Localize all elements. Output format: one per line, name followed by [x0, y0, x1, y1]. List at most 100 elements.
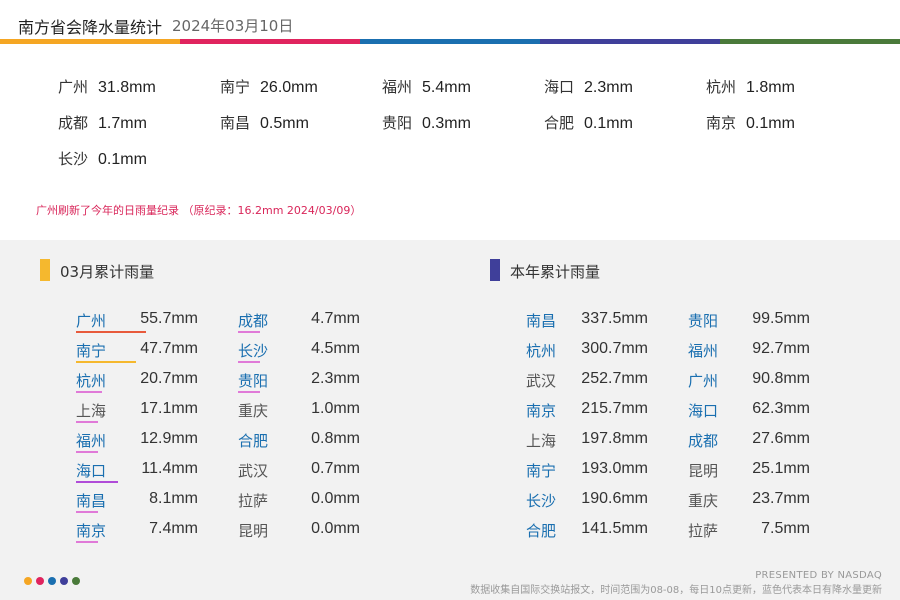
rank-row: 南昌 337.5mm	[526, 310, 648, 334]
daily-item: 福州 5.4mm	[382, 76, 471, 97]
city-name: 武汉	[526, 372, 557, 390]
city-name: 南昌	[526, 312, 557, 330]
daily-item: 海口 2.3mm	[544, 76, 633, 97]
city-name: 贵阳	[382, 114, 413, 132]
rainfall-value: 215.7mm	[581, 400, 648, 417]
rainfall-value: 0.3mm	[422, 115, 471, 132]
city-name: 福州	[382, 78, 413, 96]
rainfall-value: 27.6mm	[752, 430, 810, 447]
daily-item: 南京 0.1mm	[706, 112, 795, 133]
city-name: 广州	[688, 372, 719, 390]
city-name: 贵阳	[688, 312, 719, 330]
daily-item: 广州 31.8mm	[58, 76, 156, 97]
rain-share-bar	[76, 331, 146, 333]
city-name: 广州	[58, 78, 89, 96]
rainfall-value: 0.1mm	[584, 115, 633, 132]
rank-row: 海口 11.4mm	[76, 460, 198, 484]
city-name: 海口	[688, 402, 719, 420]
brand-dot-icon	[24, 577, 32, 585]
monthly-marker-icon	[40, 259, 50, 281]
rank-row: 杭州 20.7mm	[76, 370, 198, 394]
rain-share-bar	[76, 511, 98, 513]
rainfall-value: 0.0mm	[311, 490, 360, 507]
rainfall-value: 5.4mm	[422, 79, 471, 96]
rainfall-value: 25.1mm	[752, 460, 810, 477]
rank-row: 昆明 25.1mm	[688, 460, 810, 484]
page-title: 南方省会降水量统计	[18, 18, 163, 37]
rank-row: 福州 12.9mm	[76, 430, 198, 454]
city-name: 上海	[76, 402, 107, 420]
city-name: 重庆	[238, 402, 269, 420]
rain-share-bar	[238, 361, 260, 363]
rain-share-bar	[238, 391, 260, 393]
city-name: 上海	[526, 432, 557, 450]
city-name: 武汉	[238, 462, 269, 480]
brand-dot-icon	[72, 577, 80, 585]
rainfall-value: 190.6mm	[581, 490, 648, 507]
rain-share-bar	[76, 541, 98, 543]
daily-item: 长沙 0.1mm	[58, 148, 147, 169]
presented-by: PRESENTED BY NASDAQ	[755, 570, 882, 581]
rank-row: 南京 215.7mm	[526, 400, 648, 424]
city-name: 合肥	[526, 522, 557, 540]
rank-row: 贵阳 2.3mm	[238, 370, 360, 394]
rainfall-value: 2.3mm	[311, 370, 360, 387]
daily-item: 成都 1.7mm	[58, 112, 147, 133]
rainfall-value: 55.7mm	[140, 310, 198, 327]
rainfall-value: 17.1mm	[140, 400, 198, 417]
city-name: 成都	[688, 432, 719, 450]
rainfall-value: 300.7mm	[581, 340, 648, 357]
header: 南方省会降水量统计 2024年03月10日	[0, 0, 900, 44]
rank-row: 昆明 0.0mm	[238, 520, 360, 544]
rank-row: 武汉 252.7mm	[526, 370, 648, 394]
rain-share-bar	[76, 421, 98, 423]
rainfall-value: 0.5mm	[260, 115, 309, 132]
rainfall-value: 4.5mm	[311, 340, 360, 357]
rank-row: 海口 62.3mm	[688, 400, 810, 424]
rain-share-bar	[76, 361, 136, 363]
report-date: 2024年03月10日	[172, 17, 294, 35]
yearly-section-title: 本年累计雨量	[510, 263, 601, 281]
rainfall-value: 4.7mm	[311, 310, 360, 327]
rain-share-bar	[76, 391, 102, 393]
rainfall-value: 0.7mm	[311, 460, 360, 477]
city-name: 合肥	[544, 114, 575, 132]
city-name: 昆明	[238, 522, 269, 540]
rank-row: 成都 27.6mm	[688, 430, 810, 454]
rainfall-value: 12.9mm	[140, 430, 198, 447]
rainfall-value: 23.7mm	[752, 490, 810, 507]
record-note: 广州刷新了今年的日雨量纪录 （原纪录：16.2mm 2024/03/09）	[36, 204, 362, 217]
city-name: 贵阳	[238, 372, 269, 390]
rainfall-value: 31.8mm	[98, 79, 156, 96]
rainfall-value: 1.0mm	[311, 400, 360, 417]
rainfall-value: 252.7mm	[581, 370, 648, 387]
rainfall-value: 0.8mm	[311, 430, 360, 447]
brand-dot-icon	[60, 577, 68, 585]
rank-row: 杭州 300.7mm	[526, 340, 648, 364]
daily-item: 贵阳 0.3mm	[382, 112, 471, 133]
city-name: 合肥	[238, 432, 269, 450]
rank-row: 合肥 141.5mm	[526, 520, 648, 544]
rainfall-value: 0.0mm	[311, 520, 360, 537]
city-name: 杭州	[706, 78, 737, 96]
city-name: 海口	[544, 78, 575, 96]
city-name: 长沙	[58, 150, 89, 168]
rank-row: 上海 197.8mm	[526, 430, 648, 454]
city-name: 长沙	[238, 342, 269, 360]
city-name: 南宁	[220, 78, 251, 96]
city-name: 拉萨	[238, 492, 269, 510]
rank-row: 武汉 0.7mm	[238, 460, 360, 484]
rainfall-value: 11.4mm	[141, 460, 198, 477]
city-name: 南京	[526, 402, 557, 420]
city-name: 拉萨	[688, 522, 719, 540]
rank-row: 上海 17.1mm	[76, 400, 198, 424]
rainfall-value: 1.8mm	[746, 79, 795, 96]
daily-item: 南宁 26.0mm	[220, 76, 318, 97]
daily-item: 合肥 0.1mm	[544, 112, 633, 133]
rank-row: 长沙 190.6mm	[526, 490, 648, 514]
city-name: 昆明	[688, 462, 719, 480]
daily-item: 杭州 1.8mm	[706, 76, 795, 97]
city-name: 南京	[76, 522, 107, 540]
rank-row: 贵阳 99.5mm	[688, 310, 810, 334]
rank-row: 重庆 23.7mm	[688, 490, 810, 514]
